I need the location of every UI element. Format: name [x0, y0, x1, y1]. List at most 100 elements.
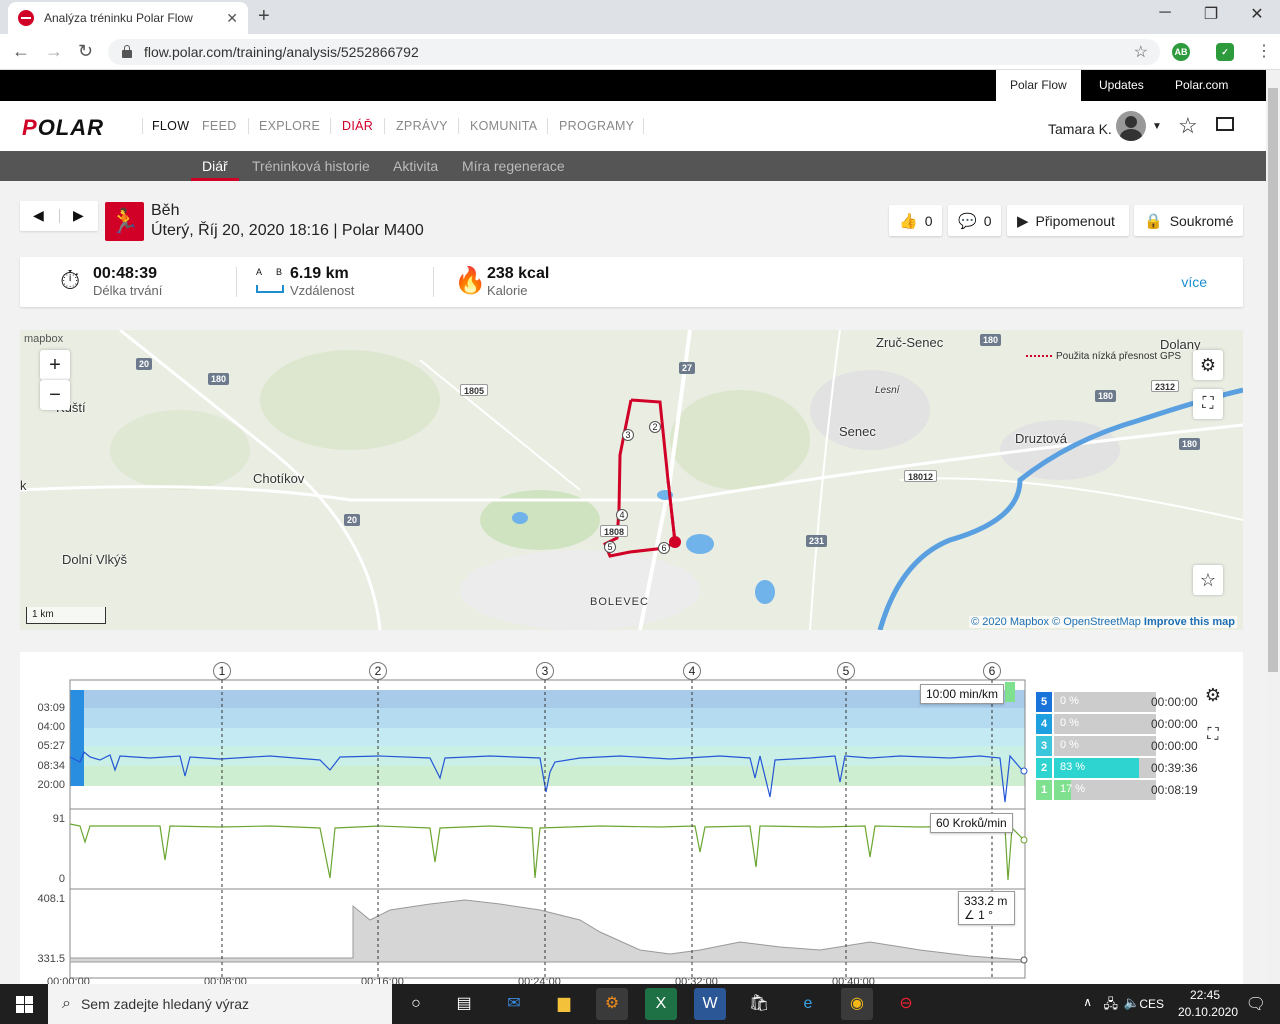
- nav-programy[interactable]: PROGRAMY: [559, 119, 634, 133]
- lap-number[interactable]: 4: [683, 662, 701, 680]
- arrow-divider: [59, 209, 60, 223]
- nav-diar[interactable]: DIÁŘ: [342, 119, 373, 133]
- favorites-star-icon[interactable]: ☆: [1178, 113, 1198, 139]
- back-arrow-icon[interactable]: ←: [12, 41, 30, 62]
- subnav-activity[interactable]: Aktivita: [393, 158, 438, 174]
- map-favorite-star-icon[interactable]: ☆: [1193, 565, 1223, 595]
- word-icon[interactable]: W: [694, 988, 726, 1020]
- map-background: [20, 330, 1243, 630]
- task-view-icon[interactable]: ▤: [448, 988, 480, 1020]
- zone-time: 00:00:00: [1151, 717, 1198, 731]
- language-indicator[interactable]: CES: [1139, 997, 1164, 1011]
- comment-button[interactable]: 💬 0: [948, 205, 1001, 236]
- subnav-training-history[interactable]: Tréninková historie: [252, 158, 370, 174]
- polar-app-icon[interactable]: ⊖: [890, 988, 922, 1020]
- forward-arrow-icon[interactable]: →: [45, 41, 63, 62]
- lap-number[interactable]: 3: [536, 662, 554, 680]
- zone-band-3: [70, 728, 1025, 746]
- lap-marker[interactable]: 2: [649, 421, 661, 433]
- logo-rest: OLAR: [37, 115, 105, 140]
- previous-session-icon[interactable]: ◀: [33, 207, 44, 224]
- excel-icon[interactable]: X: [645, 988, 677, 1020]
- privacy-button[interactable]: 🔒 Soukromé: [1134, 205, 1243, 236]
- volume-icon[interactable]: 🔈: [1124, 995, 1140, 1011]
- clock-date[interactable]: 20.10.2020: [1178, 1005, 1238, 1019]
- network-icon[interactable]: 🖧: [1104, 995, 1119, 1017]
- chart-svg[interactable]: [20, 652, 1030, 984]
- reload-icon[interactable]: ↻: [78, 41, 93, 62]
- close-tab-icon[interactable]: ✕: [226, 10, 238, 27]
- more-link[interactable]: více: [1181, 274, 1207, 290]
- subnav-recovery[interactable]: Míra regenerace: [462, 158, 565, 174]
- maximize-icon[interactable]: ❐: [1188, 4, 1234, 24]
- shield-extension-icon[interactable]: ✓: [1216, 43, 1234, 61]
- nav-divider: [384, 118, 385, 134]
- scrollbar-thumb[interactable]: [1268, 88, 1278, 672]
- lap-marker[interactable]: 5: [604, 541, 616, 553]
- like-button[interactable]: 👍 0: [889, 205, 942, 236]
- nav-zpravy[interactable]: ZPRÁVY: [396, 119, 448, 133]
- settings-app-icon[interactable]: ⚙: [596, 988, 628, 1020]
- nav-feed[interactable]: FEED: [202, 119, 237, 133]
- menu-kebab-icon[interactable]: ⋮: [1256, 41, 1272, 61]
- pace-tick: 05:27: [37, 740, 65, 752]
- topbar-polar-com[interactable]: Polar.com: [1161, 70, 1242, 101]
- minimize-icon[interactable]: ─: [1142, 4, 1188, 22]
- clock-time[interactable]: 22:45: [1190, 988, 1220, 1002]
- user-name[interactable]: Tamara K.: [1048, 121, 1112, 137]
- tray-chevron-icon[interactable]: ∧: [1083, 995, 1092, 1009]
- road-shield: 20: [344, 514, 361, 526]
- taskbar-search-placeholder: Sem zadejte hledaný výraz: [80, 996, 250, 1012]
- improve-map-link[interactable]: Improve this map: [1144, 616, 1235, 628]
- zoom-in-button[interactable]: +: [40, 350, 70, 380]
- lap-number[interactable]: 5: [837, 662, 855, 680]
- osm-copyright[interactable]: © OpenStreetMap: [1052, 616, 1141, 628]
- map-attribution[interactable]: © 2020 Mapbox © OpenStreetMap Improve th…: [969, 616, 1237, 628]
- lap-number[interactable]: 6: [983, 662, 1001, 680]
- topbar-updates[interactable]: Updates: [1085, 70, 1158, 101]
- chart-fullscreen-icon[interactable]: ⛶: [1198, 720, 1228, 750]
- edge-icon[interactable]: e: [792, 988, 824, 1020]
- map-fullscreen-icon[interactable]: ⛶: [1193, 389, 1223, 419]
- nav-explore[interactable]: EXPLORE: [259, 119, 320, 133]
- lap-number[interactable]: 2: [369, 662, 387, 680]
- store-icon[interactable]: 🛍: [743, 988, 775, 1020]
- browser-tab[interactable]: Analýza tréninku Polar Flow ✕: [8, 2, 248, 34]
- lap-marker[interactable]: 3: [622, 429, 634, 441]
- polar-logo[interactable]: POLAR: [22, 115, 104, 141]
- adblock-extension-icon[interactable]: AB: [1172, 43, 1190, 61]
- lap-marker[interactable]: 6: [658, 542, 670, 554]
- zone-number: 2: [1036, 758, 1052, 778]
- user-caret-icon[interactable]: ▼: [1152, 121, 1162, 132]
- window-close-icon[interactable]: ✕: [1234, 4, 1280, 24]
- avatar[interactable]: [1116, 111, 1146, 141]
- map-settings-gear-icon[interactable]: ⚙: [1193, 350, 1223, 380]
- map-place-label: Senec: [839, 424, 876, 439]
- route-map[interactable]: mapbox Zruč-Senec Dolany Senec Druztová …: [20, 330, 1243, 630]
- nav-flow[interactable]: FLOW: [152, 119, 189, 133]
- mapbox-copyright[interactable]: © 2020 Mapbox: [971, 616, 1049, 628]
- url-field[interactable]: flow.polar.com/training/analysis/5252866…: [108, 39, 1160, 65]
- ruler-icon: [256, 285, 284, 293]
- topbar-polar-flow[interactable]: Polar Flow: [996, 70, 1081, 101]
- summary-divider: [433, 267, 434, 297]
- next-session-icon[interactable]: ▶: [73, 207, 84, 224]
- remind-button[interactable]: ▶ Připomenout: [1007, 205, 1129, 236]
- nav-komunita[interactable]: KOMUNITA: [470, 119, 537, 133]
- taskbar-search-input[interactable]: ⌕ Sem zadejte hledaný výraz: [48, 984, 392, 1024]
- bookmark-star-icon[interactable]: ☆: [1134, 42, 1148, 62]
- file-explorer-icon[interactable]: ▆: [548, 988, 580, 1020]
- zoom-out-button[interactable]: −: [40, 380, 70, 410]
- notifications-icon[interactable]: 🗨: [1246, 994, 1266, 1014]
- messages-icon[interactable]: [1216, 117, 1234, 131]
- chart-settings-gear-icon[interactable]: ⚙: [1198, 680, 1228, 710]
- lap-number[interactable]: 1: [213, 662, 231, 680]
- cortana-icon[interactable]: ○: [400, 988, 432, 1020]
- windows-start-icon[interactable]: [0, 984, 48, 1024]
- lap-marker[interactable]: 4: [616, 509, 628, 521]
- new-tab-button[interactable]: +: [258, 5, 270, 28]
- subnav-diar[interactable]: Diář: [202, 158, 228, 174]
- mail-icon[interactable]: ✉: [498, 988, 530, 1020]
- zone-number: 1: [1036, 780, 1052, 800]
- chrome-icon[interactable]: ◉: [841, 988, 873, 1020]
